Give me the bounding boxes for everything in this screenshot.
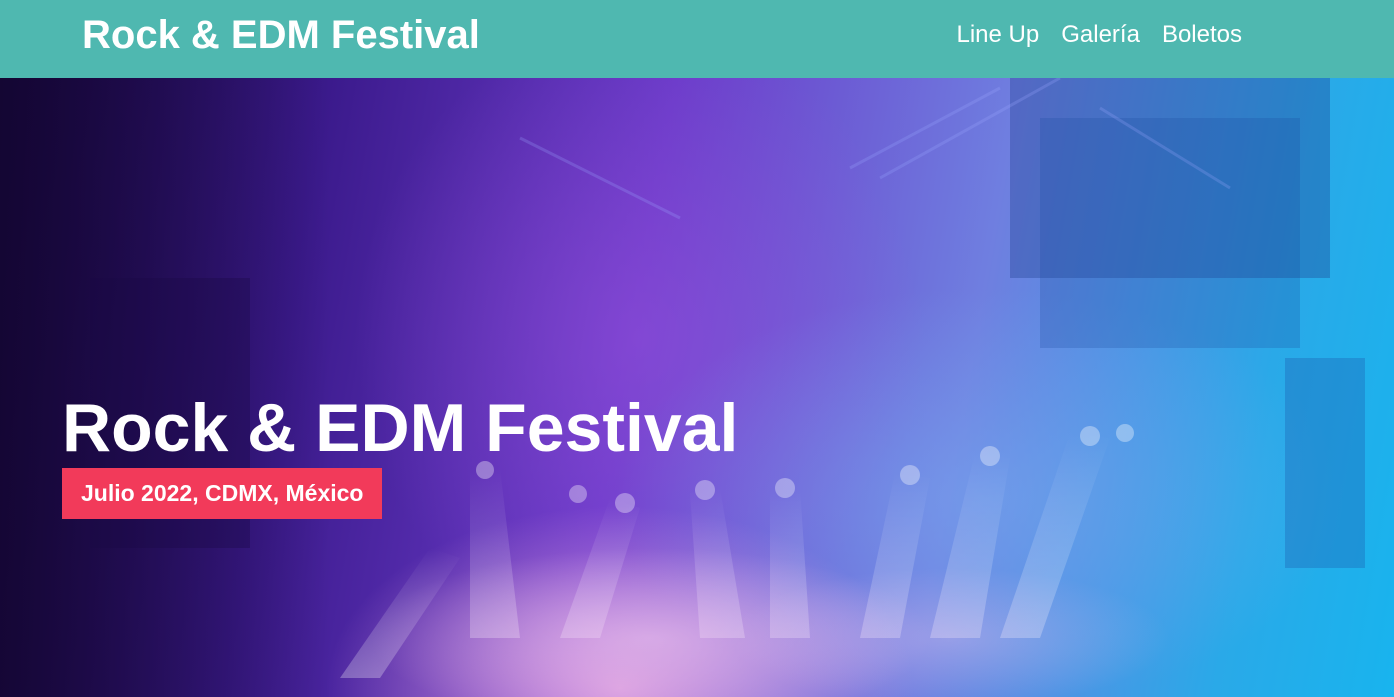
- hero-title: Rock & EDM Festival: [62, 390, 739, 466]
- event-date-location-badge: Julio 2022, CDMX, México: [62, 468, 383, 519]
- site-logo[interactable]: Rock & EDM Festival: [82, 12, 480, 58]
- hero-section: Rock & EDM Festival Julio 2022, CDMX, Mé…: [0, 78, 1394, 697]
- main-nav: Line Up Galería Boletos: [957, 20, 1243, 50]
- nav-link-line-up[interactable]: Line Up: [957, 20, 1040, 50]
- nav-link-galeria[interactable]: Galería: [1061, 20, 1140, 50]
- nav-link-boletos[interactable]: Boletos: [1162, 20, 1242, 50]
- site-header: Rock & EDM Festival Line Up Galería Bole…: [0, 0, 1394, 78]
